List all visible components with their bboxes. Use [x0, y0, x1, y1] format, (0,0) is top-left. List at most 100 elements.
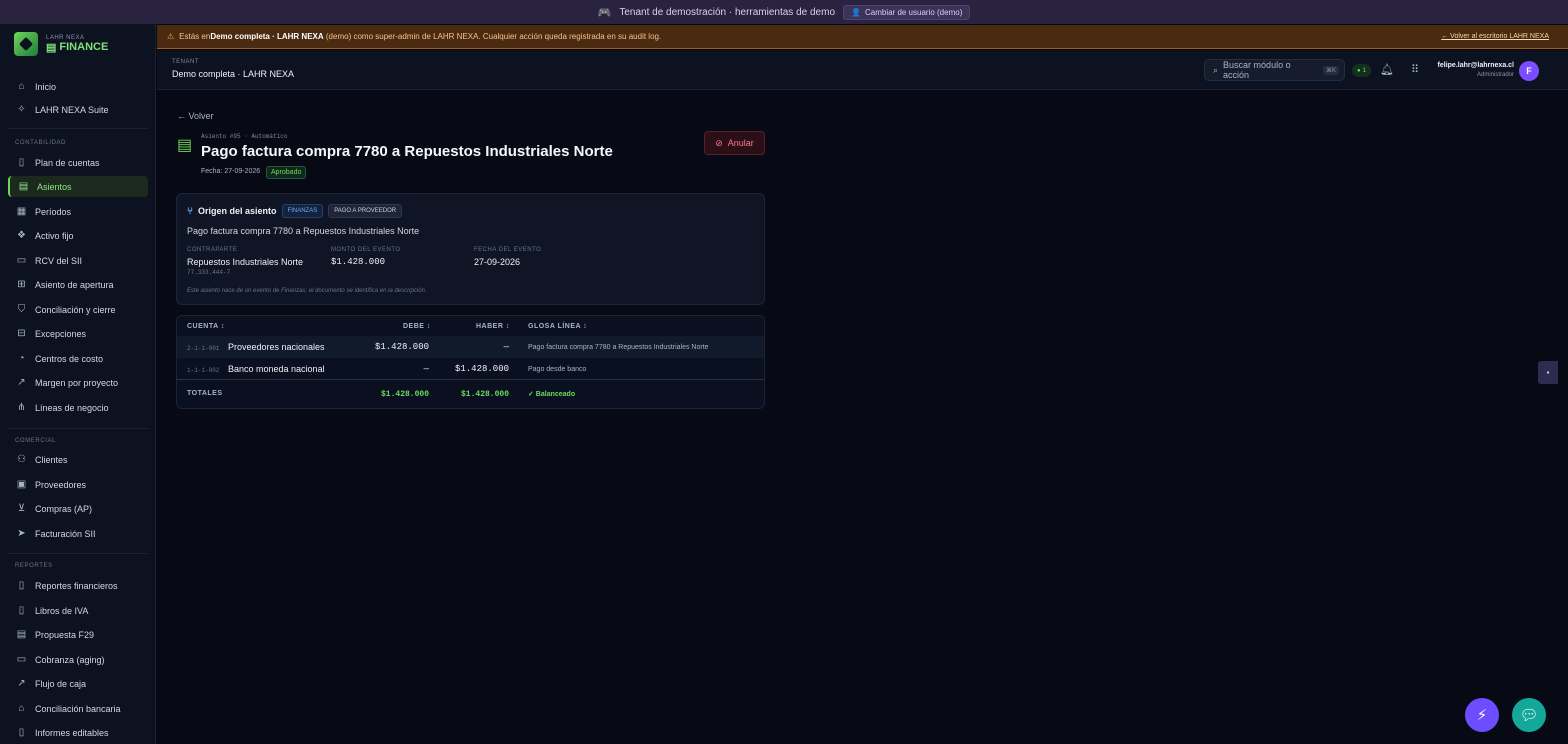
sparkles-icon: ✧ — [17, 104, 26, 115]
demo-text: Tenant de demostración · herramientas de… — [619, 6, 836, 18]
sidebar-item-rcv[interactable]: ▭ RCV del SII — [8, 250, 148, 271]
bell-icon[interactable]: 🔔︎ — [1380, 62, 1394, 76]
sidebar-item-asiento-apertura[interactable]: ⊞ Asiento de apertura — [8, 274, 148, 295]
feedback-tab[interactable]: ▪ — [1538, 361, 1558, 384]
section-reportes: REPORTES — [15, 563, 53, 569]
sidebar-item-conciliacion-bancaria[interactable]: ⌂ Conciliación bancaria — [8, 698, 148, 719]
header-credit[interactable]: HABER ↕ — [476, 323, 510, 330]
counterparty-value: Repuestos Industriales Norte — [187, 257, 304, 267]
event-date-value: 27-09-2026 — [474, 257, 521, 267]
table-row: 1-1-1-002 Banco moneda nacional — $1.428… — [177, 358, 764, 380]
sidebar-item-flujo-caja[interactable]: ↗ Flujo de caja — [8, 673, 148, 694]
package-icon: ▣ — [16, 479, 27, 490]
online-dot-icon: ● — [1357, 67, 1361, 74]
book-icon: ▯ — [18, 157, 25, 168]
sidebar-item-excepciones[interactable]: ⊟ Excepciones — [8, 323, 148, 344]
tenant-name[interactable]: Demo completa · LAHR NEXA — [172, 69, 294, 79]
sidebar-item-periodos[interactable]: ▦ Períodos — [8, 201, 148, 222]
brand[interactable]: LAHR NEXA ▤ FINANCE — [14, 32, 108, 56]
users-icon: ⚇ — [17, 454, 26, 465]
switch-user-label: Cambiar de usuario (demo) — [864, 7, 963, 17]
file-icon: ▭ — [16, 255, 27, 266]
sidebar-item-propuesta-f29[interactable]: ▤ Propuesta F29 — [8, 624, 148, 645]
tag-finanzas: FINANZAS — [281, 204, 324, 218]
calculator-icon: ▤ — [46, 41, 57, 54]
origin-description: Pago factura compra 7780 a Repuestos Ind… — [187, 226, 420, 236]
back-link[interactable]: ← Volver — [177, 111, 214, 121]
sidebar-item-informes-editables[interactable]: ▯ Informes editables — [8, 722, 148, 743]
table-row: 2-1-1-001 Proveedores nacionales $1.428.… — [177, 336, 764, 358]
sidebar-item-cobranza[interactable]: ▭ Cobranza (aging) — [8, 649, 148, 670]
counterparty-rut: 77.333.444-7 — [187, 269, 231, 276]
sidebar-item-inicio[interactable]: ⌂ Inicio — [8, 76, 148, 97]
brand-title: ▤ FINANCE — [46, 41, 109, 54]
total-credit: $1.428.000 — [460, 390, 509, 399]
sidebar-item-reportes-financieros[interactable]: ▯ Reportes financieros — [8, 575, 148, 596]
send-icon: ➤ — [17, 528, 26, 539]
sidebar-item-facturacion[interactable]: ➤ Facturación SII — [8, 523, 148, 544]
page-title: Pago factura compra 7780 a Repuestos Ind… — [201, 143, 613, 160]
sidebar-divider — [8, 428, 148, 429]
sidebar-item-libros-iva[interactable]: ▯ Libros de IVA — [8, 600, 148, 621]
credit-value: $1.428.000 — [454, 364, 509, 374]
brand-logo-icon — [14, 32, 38, 56]
sidebar: LAHR NEXA ▤ FINANCE ⌂ Inicio ✧ LAHR NEXA… — [0, 24, 156, 744]
banner-suffix: como super-admin de LAHR NEXA. Cualquier… — [353, 32, 662, 41]
receipt-icon: ▤ — [18, 181, 29, 192]
back-to-desktop-link[interactable]: ← Volver al escritorio LAHR NEXA — [1441, 33, 1549, 40]
receipt-icon: ▤ — [177, 137, 193, 154]
book-icon: ▯ — [18, 605, 25, 616]
sidebar-item-centros-costo[interactable]: ◔ Centros de costo — [8, 348, 148, 369]
gloss-value: Pago factura compra 7780 a Repuestos Ind… — [528, 344, 709, 351]
totals-row: TOTALES $1.428.000 $1.428.000 ✓ Balancea… — [177, 382, 764, 404]
sidebar-item-margen-proyecto[interactable]: ↗ Margen por proyecto — [8, 372, 148, 393]
account-code: 2-1-1-001 — [187, 345, 220, 352]
gamepad-icon: 🎮 — [597, 6, 612, 19]
search-input[interactable]: ⌕ Buscar módulo o acción ⌘K — [1204, 59, 1345, 81]
sidebar-item-conciliacion-cierre[interactable]: ⛉ Conciliación y cierre — [8, 299, 148, 320]
header-gloss[interactable]: GLOSA LÍNEA ↕ — [528, 323, 587, 330]
entry-eyebrow: Asiento #95 · Automático — [201, 133, 288, 140]
amount-label: MONTO DEL EVENTO — [331, 247, 401, 253]
void-button[interactable]: ⊘ Anular — [704, 131, 765, 155]
switch-user-button[interactable]: 👤 Cambiar de usuario (demo) — [843, 4, 971, 20]
header-debit[interactable]: DEBE ↕ — [403, 323, 431, 330]
cart-icon: ⊻ — [17, 503, 26, 514]
apps-grid-icon[interactable]: ⠿ — [1408, 62, 1422, 76]
sidebar-item-lineas-negocio[interactable]: ⋔ Líneas de negocio — [8, 397, 148, 418]
sidebar-item-asientos[interactable]: ▤ Asientos — [8, 176, 148, 197]
origin-note: Este asiento nace de un evento de Finanz… — [187, 288, 427, 294]
user-email[interactable]: felipe.lahr@lahrnexa.cl — [1438, 62, 1514, 69]
entry-lines-table: CUENTA ↕ DEBE ↕ HABER ↕ GLOSA LÍNEA ↕ 2-… — [176, 315, 765, 409]
sidebar-item-plan-de-cuentas[interactable]: ▯ Plan de cuentas — [8, 152, 148, 173]
trending-up-icon: ↗ — [17, 377, 26, 388]
online-indicator[interactable]: ● 1 — [1352, 64, 1371, 77]
file-plus-icon: ⊞ — [17, 279, 26, 290]
origin-card: ⑂ Origen del asiento FINANZAS PAGO A PRO… — [176, 193, 765, 305]
sidebar-item-activo-fijo[interactable]: ❖ Activo fijo — [8, 225, 148, 246]
demo-topbar: 🎮 Tenant de demostración · herramientas … — [0, 0, 1568, 24]
origin-title: Origen del asiento — [198, 206, 277, 216]
sidebar-item-compras[interactable]: ⊻ Compras (AP) — [8, 498, 148, 519]
account-name: Banco moneda nacional — [228, 364, 325, 374]
network-icon: ⋔ — [17, 402, 26, 413]
boxes-icon: ❖ — [17, 230, 26, 241]
sidebar-item-clientes[interactable]: ⚇ Clientes — [8, 449, 148, 470]
sidebar-divider — [8, 128, 148, 129]
credit-value: — — [503, 342, 509, 352]
section-comercial: COMERCIAL — [15, 438, 57, 444]
calendar-icon: ▦ — [16, 206, 27, 217]
account-code: 1-1-1-002 — [187, 367, 220, 374]
avatar[interactable]: F — [1519, 61, 1539, 81]
app-header: TENANT Demo completa · LAHR NEXA ⌕ Busca… — [157, 50, 1568, 90]
sidebar-item-proveedores[interactable]: ▣ Proveedores — [8, 474, 148, 495]
totals-label: TOTALES — [187, 390, 223, 397]
balanced-status: ✓ Balanceado — [528, 391, 576, 398]
sidebar-item-suite[interactable]: ✧ LAHR NEXA Suite — [8, 99, 148, 120]
ban-icon: ⊘ — [715, 137, 723, 148]
tag-pago-proveedor: PAGO A PROVEEDOR — [328, 204, 403, 218]
quick-actions-button[interactable]: ⚡︎ — [1465, 698, 1499, 732]
tenant-label: TENANT — [172, 59, 199, 65]
header-account[interactable]: CUENTA ↕ — [187, 323, 225, 330]
chat-button[interactable]: 💬︎ — [1512, 698, 1546, 732]
